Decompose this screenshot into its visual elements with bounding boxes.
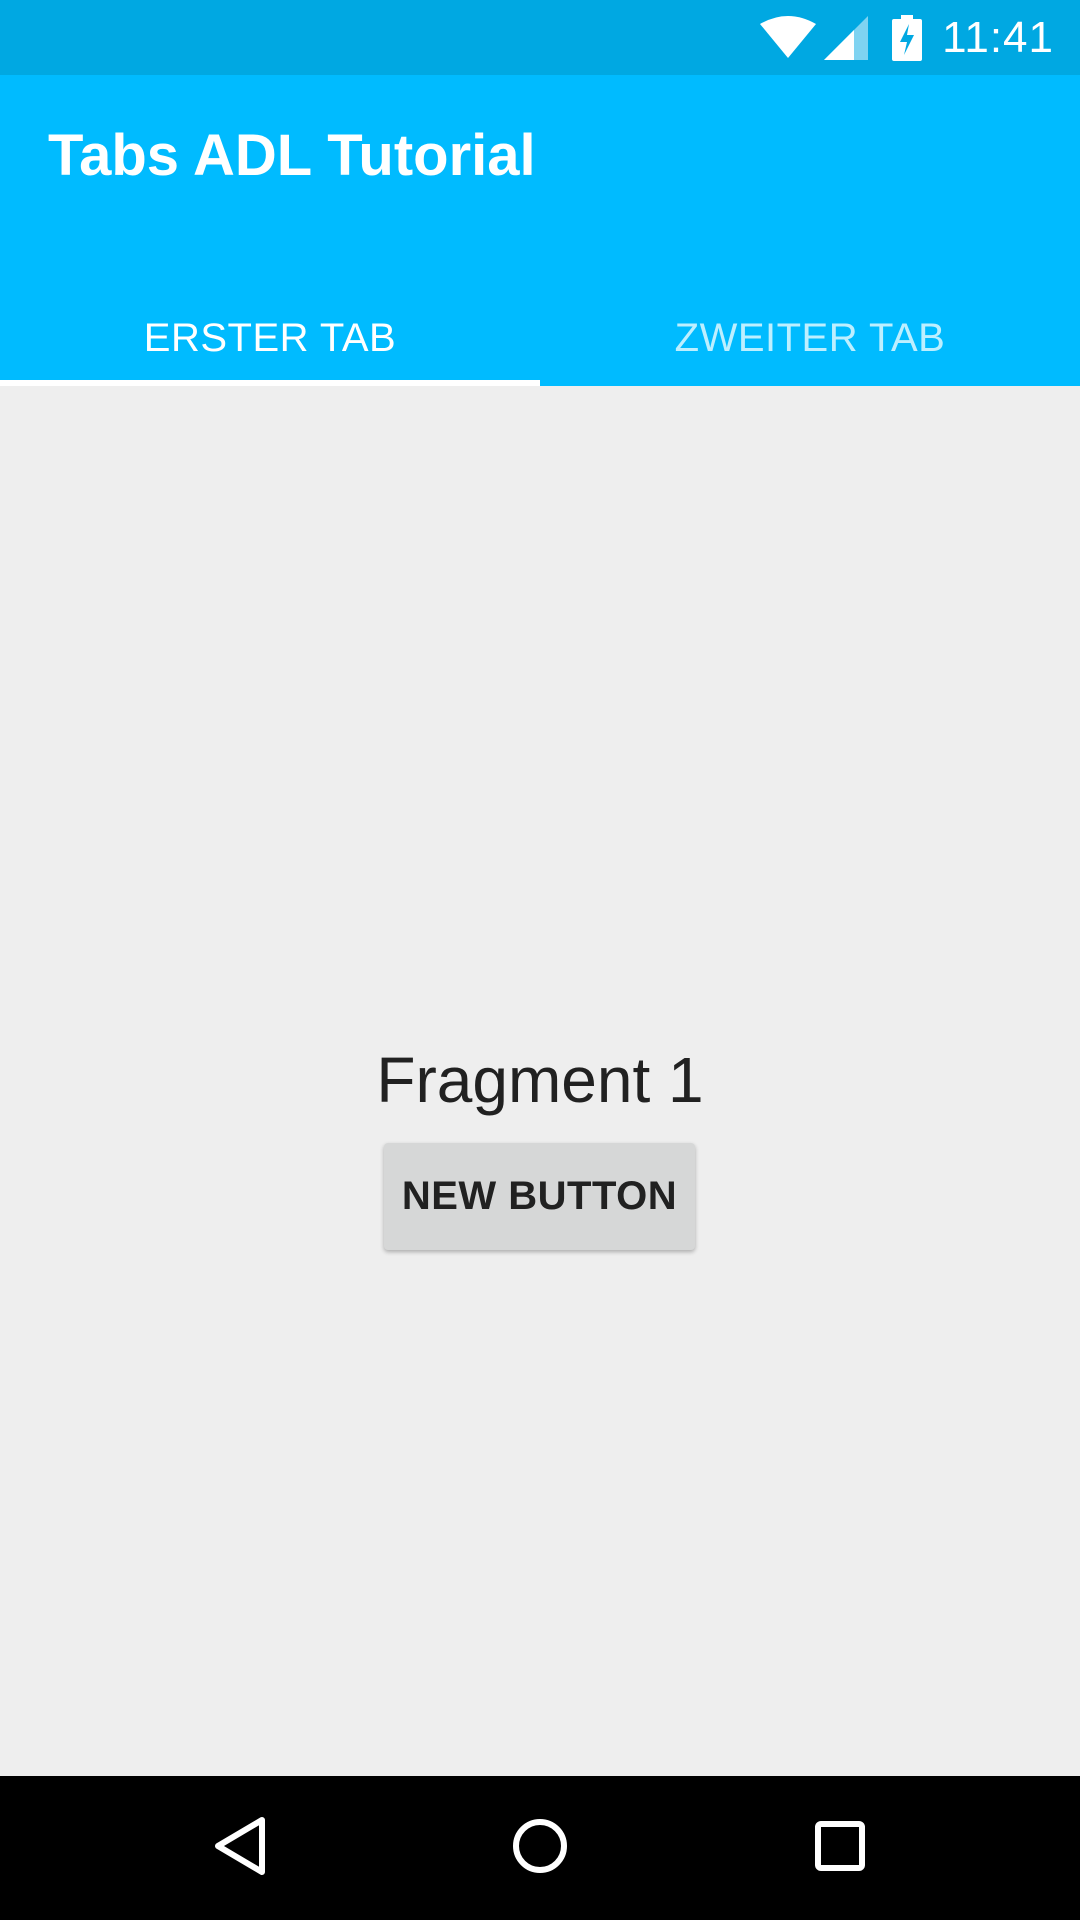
screen: 11:41 Tabs ADL Tutorial ERSTER TAB ZWEIT… [0,0,1080,1920]
tab-erster[interactable]: ERSTER TAB [0,291,540,386]
home-button[interactable] [460,1776,620,1920]
app-bar: Tabs ADL Tutorial ERSTER TAB ZWEITER TAB [0,75,1080,386]
home-icon [510,1816,570,1881]
fragment-label: Fragment 1 [376,1044,704,1116]
tab-erster-label: ERSTER TAB [143,316,397,360]
signal-icon [824,15,869,60]
app-title: Tabs ADL Tutorial [48,123,536,188]
status-time: 11:41 [942,12,1054,62]
recents-icon [813,1819,867,1878]
back-button[interactable] [160,1776,320,1920]
new-button[interactable]: NEW BUTTON [384,1143,695,1250]
tab-zweiter[interactable]: ZWEITER TAB [540,291,1080,386]
tab-zweiter-label: ZWEITER TAB [674,316,946,360]
back-icon [210,1814,270,1883]
status-icons: 11:41 [760,0,1054,75]
recents-button[interactable] [760,1776,920,1920]
status-bar: 11:41 [0,0,1080,75]
wifi-icon [760,15,817,60]
fragment-content: Fragment 1 NEW BUTTON [0,386,1080,1776]
battery-charging-icon [892,14,923,61]
tab-bar: ERSTER TAB ZWEITER TAB [0,291,1080,386]
navigation-bar [0,1776,1080,1920]
